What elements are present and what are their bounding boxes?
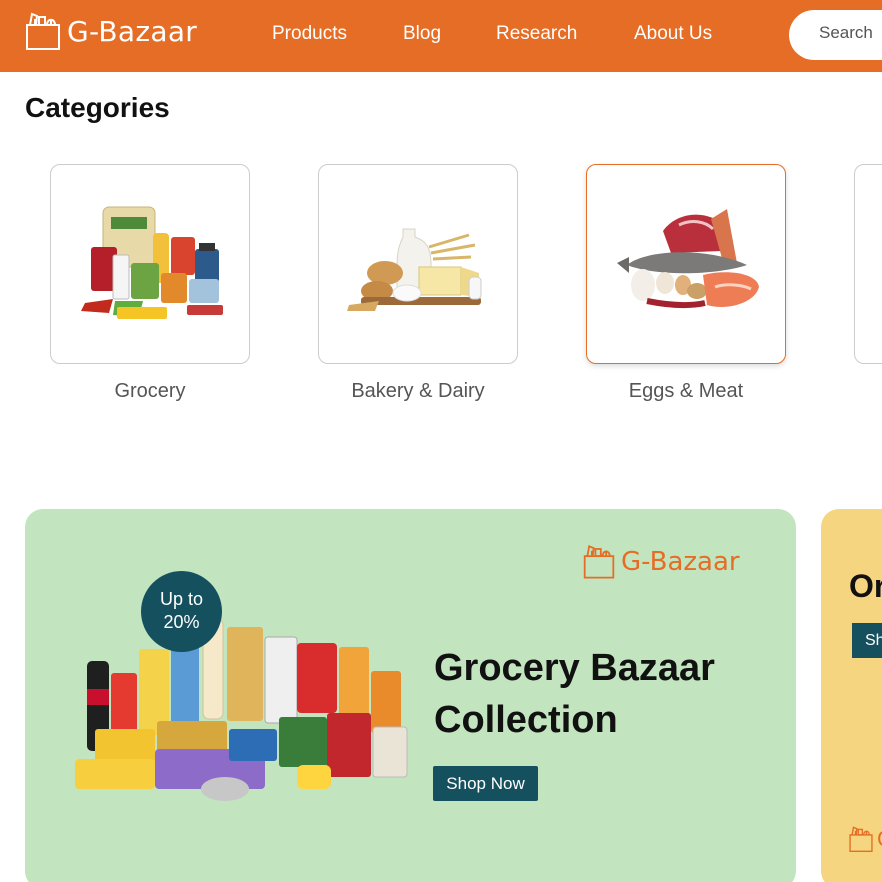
grocery-image [81,206,223,319]
shopping-bag-icon [26,12,60,50]
promo-banner-grocery: G-Bazaar Up to 20% Grocery Bazaar Collec… [25,509,796,882]
grocery-products-image [75,618,408,801]
bakery-dairy-image [347,228,482,311]
banner-brand-name: G-Bazaar [621,546,740,577]
nav-research[interactable]: Research [496,23,577,45]
nav-about-us[interactable]: About Us [634,23,712,45]
badge-line-1: Up to [159,589,204,609]
category-card-partial[interactable] [854,164,882,364]
search-placeholder: Search [819,23,873,42]
brand-logo[interactable]: G-Bazaar [24,11,197,51]
shop-now-button[interactable]: Shop Now [433,766,538,801]
eggs-meat-image [617,209,759,309]
banner2-brand-logo: G [848,825,882,853]
shopping-bag-icon [849,826,873,852]
discount-badge: Up to 20% [141,571,222,652]
category-label-bakery-dairy[interactable]: Bakery & Dairy [318,380,518,403]
category-label-eggs-meat[interactable]: Eggs & Meat [586,380,786,403]
search-input[interactable]: Search [789,10,882,60]
banner-title-line-2: Collection [434,699,618,741]
banner-title: Grocery Bazaar Collection [434,642,764,746]
shopping-bag-icon [583,545,615,579]
banner-brand-logo: G-Bazaar [582,543,740,580]
category-card-grocery[interactable] [50,164,250,364]
banner-title-line-1: Grocery Bazaar [434,647,715,689]
badge-line-2: 20% [163,612,200,632]
banner2-title: Or [849,568,882,604]
banner2-shop-button[interactable]: Sh [852,623,882,658]
banner2-brand-name: G [877,827,882,851]
nav-products[interactable]: Products [272,23,347,45]
nav-blog[interactable]: Blog [403,23,441,45]
brand-name: G-Bazaar [67,14,198,48]
category-card-bakery-dairy[interactable] [318,164,518,364]
top-nav-bar: G-Bazaar Products Blog Research About Us… [0,0,882,72]
page: G-Bazaar Products Blog Research About Us… [0,0,882,882]
promo-banner-partial: Or Sh G [821,509,882,882]
category-label-grocery[interactable]: Grocery [50,380,250,403]
category-card-eggs-meat[interactable] [586,164,786,364]
categories-heading: Categories [25,92,170,123]
